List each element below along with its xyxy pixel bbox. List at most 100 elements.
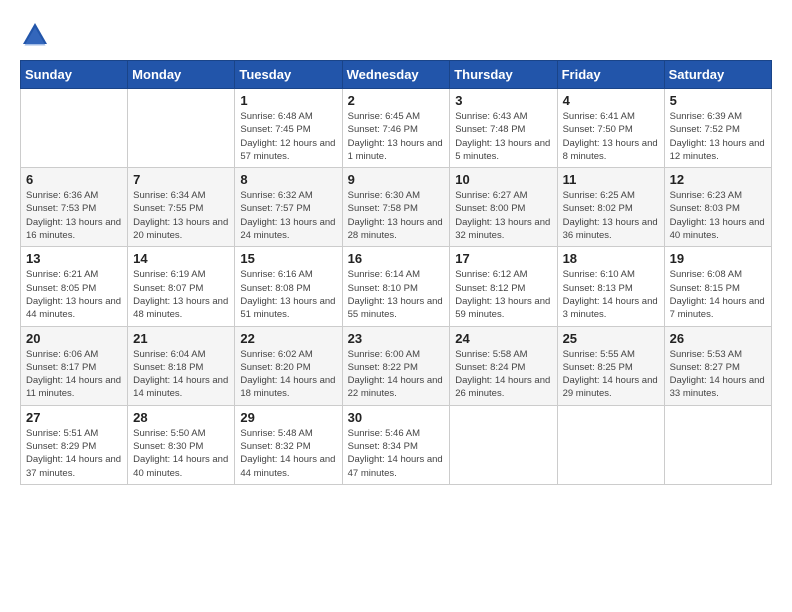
calendar-cell: 22 Sunrise: 6:02 AM Sunset: 8:20 PM Dayli… xyxy=(235,326,342,405)
day-text: Sunrise: 6:32 AM Sunset: 7:57 PM Dayligh… xyxy=(240,189,336,242)
day-number: 7 xyxy=(133,172,229,187)
calendar-cell: 28 Sunrise: 5:50 AM Sunset: 8:30 PM Dayli… xyxy=(128,405,235,484)
day-number: 22 xyxy=(240,331,336,346)
logo-icon xyxy=(20,20,50,50)
day-text: Sunrise: 6:19 AM Sunset: 8:07 PM Dayligh… xyxy=(133,268,229,321)
day-number: 12 xyxy=(670,172,766,187)
day-text: Sunrise: 5:58 AM Sunset: 8:24 PM Dayligh… xyxy=(455,348,551,401)
calendar-week-row: 13 Sunrise: 6:21 AM Sunset: 8:05 PM Dayli… xyxy=(21,247,772,326)
day-text: Sunrise: 6:00 AM Sunset: 8:22 PM Dayligh… xyxy=(348,348,445,401)
calendar-cell xyxy=(557,405,664,484)
calendar-cell: 21 Sunrise: 6:04 AM Sunset: 8:18 PM Dayli… xyxy=(128,326,235,405)
day-text: Sunrise: 6:10 AM Sunset: 8:13 PM Dayligh… xyxy=(563,268,659,321)
day-number: 5 xyxy=(670,93,766,108)
calendar-cell xyxy=(21,89,128,168)
day-text: Sunrise: 5:53 AM Sunset: 8:27 PM Dayligh… xyxy=(670,348,766,401)
day-text: Sunrise: 6:06 AM Sunset: 8:17 PM Dayligh… xyxy=(26,348,122,401)
day-text: Sunrise: 6:43 AM Sunset: 7:48 PM Dayligh… xyxy=(455,110,551,163)
day-number: 26 xyxy=(670,331,766,346)
calendar-week-row: 20Sunrise: 6:06 AM Sunset: 8:17 PM Dayli… xyxy=(21,326,772,405)
day-text: Sunrise: 6:45 AM Sunset: 7:46 PM Dayligh… xyxy=(348,110,445,163)
calendar-cell: 3 Sunrise: 6:43 AM Sunset: 7:48 PM Daylig… xyxy=(450,89,557,168)
calendar-cell: 27Sunrise: 5:51 AM Sunset: 8:29 PM Dayli… xyxy=(21,405,128,484)
day-number: 25 xyxy=(563,331,659,346)
day-number: 29 xyxy=(240,410,336,425)
calendar-cell xyxy=(128,89,235,168)
calendar-cell: 20Sunrise: 6:06 AM Sunset: 8:17 PM Dayli… xyxy=(21,326,128,405)
day-number: 6 xyxy=(26,172,122,187)
calendar-cell: 15 Sunrise: 6:16 AM Sunset: 8:08 PM Dayli… xyxy=(235,247,342,326)
day-number: 15 xyxy=(240,251,336,266)
logo xyxy=(20,20,54,50)
calendar-week-row: 6 Sunrise: 6:36 AM Sunset: 7:53 PM Daylig… xyxy=(21,168,772,247)
day-text: Sunrise: 6:16 AM Sunset: 8:08 PM Dayligh… xyxy=(240,268,336,321)
calendar-cell: 18Sunrise: 6:10 AM Sunset: 8:13 PM Dayli… xyxy=(557,247,664,326)
day-number: 24 xyxy=(455,331,551,346)
calendar-cell: 2 Sunrise: 6:45 AM Sunset: 7:46 PM Daylig… xyxy=(342,89,450,168)
calendar-header-sunday: Sunday xyxy=(21,61,128,89)
calendar-cell: 4 Sunrise: 6:41 AM Sunset: 7:50 PM Daylig… xyxy=(557,89,664,168)
day-number: 21 xyxy=(133,331,229,346)
calendar: SundayMondayTuesdayWednesdayThursdayFrid… xyxy=(20,60,772,485)
calendar-cell: 19 Sunrise: 6:08 AM Sunset: 8:15 PM Dayli… xyxy=(664,247,771,326)
day-text: Sunrise: 6:02 AM Sunset: 8:20 PM Dayligh… xyxy=(240,348,336,401)
day-number: 3 xyxy=(455,93,551,108)
calendar-header-thursday: Thursday xyxy=(450,61,557,89)
day-text: Sunrise: 6:39 AM Sunset: 7:52 PM Dayligh… xyxy=(670,110,766,163)
day-text: Sunrise: 5:50 AM Sunset: 8:30 PM Dayligh… xyxy=(133,427,229,480)
day-number: 16 xyxy=(348,251,445,266)
day-number: 10 xyxy=(455,172,551,187)
day-number: 11 xyxy=(563,172,659,187)
day-number: 23 xyxy=(348,331,445,346)
day-number: 13 xyxy=(26,251,122,266)
calendar-cell: 6 Sunrise: 6:36 AM Sunset: 7:53 PM Daylig… xyxy=(21,168,128,247)
calendar-cell: 16 Sunrise: 6:14 AM Sunset: 8:10 PM Dayli… xyxy=(342,247,450,326)
day-text: Sunrise: 6:14 AM Sunset: 8:10 PM Dayligh… xyxy=(348,268,445,321)
calendar-cell: 17 Sunrise: 6:12 AM Sunset: 8:12 PM Dayli… xyxy=(450,247,557,326)
calendar-cell: 5 Sunrise: 6:39 AM Sunset: 7:52 PM Daylig… xyxy=(664,89,771,168)
calendar-header-row: SundayMondayTuesdayWednesdayThursdayFrid… xyxy=(21,61,772,89)
day-number: 27 xyxy=(26,410,122,425)
calendar-header-friday: Friday xyxy=(557,61,664,89)
day-text: Sunrise: 6:04 AM Sunset: 8:18 PM Dayligh… xyxy=(133,348,229,401)
calendar-week-row: 27Sunrise: 5:51 AM Sunset: 8:29 PM Dayli… xyxy=(21,405,772,484)
day-text: Sunrise: 5:48 AM Sunset: 8:32 PM Dayligh… xyxy=(240,427,336,480)
calendar-cell xyxy=(450,405,557,484)
calendar-cell: 9Sunrise: 6:30 AM Sunset: 7:58 PM Daylig… xyxy=(342,168,450,247)
day-number: 28 xyxy=(133,410,229,425)
day-text: Sunrise: 5:46 AM Sunset: 8:34 PM Dayligh… xyxy=(348,427,445,480)
calendar-cell: 8Sunrise: 6:32 AM Sunset: 7:57 PM Daylig… xyxy=(235,168,342,247)
calendar-cell: 29 Sunrise: 5:48 AM Sunset: 8:32 PM Dayli… xyxy=(235,405,342,484)
calendar-cell: 26 Sunrise: 5:53 AM Sunset: 8:27 PM Dayli… xyxy=(664,326,771,405)
day-text: Sunrise: 6:12 AM Sunset: 8:12 PM Dayligh… xyxy=(455,268,551,321)
day-text: Sunrise: 6:25 AM Sunset: 8:02 PM Dayligh… xyxy=(563,189,659,242)
day-number: 14 xyxy=(133,251,229,266)
day-number: 19 xyxy=(670,251,766,266)
calendar-header-tuesday: Tuesday xyxy=(235,61,342,89)
day-text: Sunrise: 5:55 AM Sunset: 8:25 PM Dayligh… xyxy=(563,348,659,401)
day-number: 2 xyxy=(348,93,445,108)
calendar-cell: 24 Sunrise: 5:58 AM Sunset: 8:24 PM Dayli… xyxy=(450,326,557,405)
calendar-header-saturday: Saturday xyxy=(664,61,771,89)
calendar-cell: 10 Sunrise: 6:27 AM Sunset: 8:00 PM Dayli… xyxy=(450,168,557,247)
day-text: Sunrise: 6:08 AM Sunset: 8:15 PM Dayligh… xyxy=(670,268,766,321)
calendar-cell: 12Sunrise: 6:23 AM Sunset: 8:03 PM Dayli… xyxy=(664,168,771,247)
day-number: 30 xyxy=(348,410,445,425)
day-text: Sunrise: 6:34 AM Sunset: 7:55 PM Dayligh… xyxy=(133,189,229,242)
day-number: 1 xyxy=(240,93,336,108)
calendar-cell: 25 Sunrise: 5:55 AM Sunset: 8:25 PM Dayli… xyxy=(557,326,664,405)
calendar-cell: 14 Sunrise: 6:19 AM Sunset: 8:07 PM Dayli… xyxy=(128,247,235,326)
day-text: Sunrise: 6:27 AM Sunset: 8:00 PM Dayligh… xyxy=(455,189,551,242)
calendar-cell: 11 Sunrise: 6:25 AM Sunset: 8:02 PM Dayli… xyxy=(557,168,664,247)
day-text: Sunrise: 6:48 AM Sunset: 7:45 PM Dayligh… xyxy=(240,110,336,163)
calendar-cell: 30 Sunrise: 5:46 AM Sunset: 8:34 PM Dayli… xyxy=(342,405,450,484)
day-number: 4 xyxy=(563,93,659,108)
calendar-cell: 13 Sunrise: 6:21 AM Sunset: 8:05 PM Dayli… xyxy=(21,247,128,326)
day-text: Sunrise: 6:41 AM Sunset: 7:50 PM Dayligh… xyxy=(563,110,659,163)
day-number: 17 xyxy=(455,251,551,266)
calendar-cell xyxy=(664,405,771,484)
day-text: Sunrise: 6:36 AM Sunset: 7:53 PM Dayligh… xyxy=(26,189,122,242)
day-text: Sunrise: 6:30 AM Sunset: 7:58 PM Dayligh… xyxy=(348,189,445,242)
day-text: Sunrise: 6:21 AM Sunset: 8:05 PM Dayligh… xyxy=(26,268,122,321)
calendar-header-monday: Monday xyxy=(128,61,235,89)
